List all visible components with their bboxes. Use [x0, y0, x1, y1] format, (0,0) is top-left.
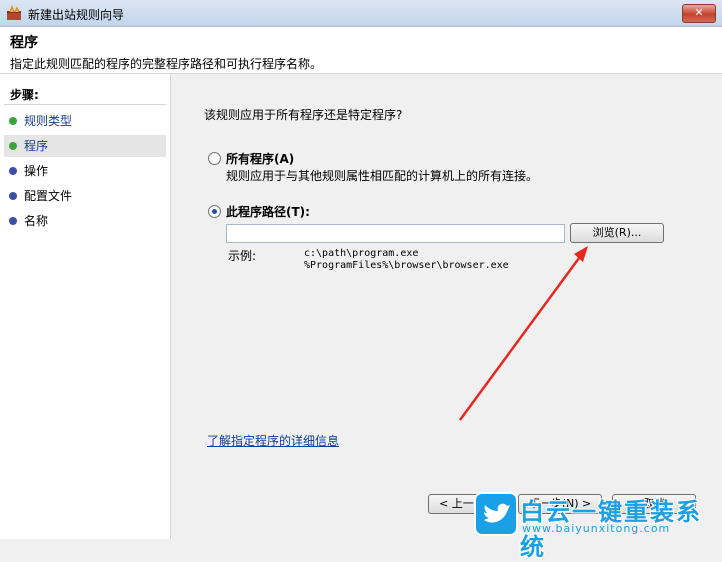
learn-more-link[interactable]: 了解指定程序的详细信息: [207, 432, 339, 449]
sidebar-item-label: 程序: [24, 139, 49, 153]
page-description: 指定此规则匹配的程序的完整程序路径和可执行程序名称。: [10, 57, 323, 71]
sidebar-item-label: 名称: [24, 214, 49, 228]
watermark-url: www.baiyunxitong.com: [522, 522, 671, 535]
example-line-1: c:\path\program.exe: [304, 248, 419, 259]
firewall-icon: [7, 5, 21, 20]
all-programs-radio[interactable]: [208, 152, 221, 165]
sidebar-item-label: 规则类型: [24, 114, 73, 128]
program-path-input[interactable]: [226, 224, 565, 243]
steps-label: 步骤:: [10, 88, 39, 102]
sidebar-item-profile[interactable]: 配置文件: [4, 185, 166, 207]
program-path-radio[interactable]: [208, 205, 221, 218]
sidebar-item-action[interactable]: 操作: [4, 160, 166, 182]
step-pending-icon: [9, 217, 17, 225]
close-button[interactable]: ✕: [682, 4, 716, 23]
scope-question: 该规则应用于所有程序还是特定程序?: [204, 108, 403, 122]
steps-divider: [4, 104, 166, 105]
sidebar-item-label: 配置文件: [24, 189, 73, 203]
example-label: 示例:: [228, 249, 257, 263]
example-line-2: %ProgramFiles%\browser\browser.exe: [304, 260, 509, 271]
step-pending-icon: [9, 192, 17, 200]
browse-button[interactable]: 浏览(R)...: [570, 223, 664, 243]
steps-sidebar: 步骤: 规则类型 程序 操作 配置文件 名称: [0, 74, 171, 539]
sidebar-item-program[interactable]: 程序: [4, 135, 166, 157]
sidebar-item-name[interactable]: 名称: [4, 210, 166, 232]
wizard-header: 程序 指定此规则匹配的程序的完整程序路径和可执行程序名称。: [0, 27, 722, 74]
all-programs-label[interactable]: 所有程序(A): [226, 150, 294, 167]
bird-logo-icon: [474, 492, 518, 536]
title-bar: 新建出站规则向导 ✕: [0, 0, 722, 27]
step-pending-icon: [9, 167, 17, 175]
watermark: 白云一键重装系统 www.baiyunxitong.com: [466, 490, 722, 561]
page-title: 程序: [10, 35, 38, 51]
step-done-icon: [9, 117, 17, 125]
sidebar-item-label: 操作: [24, 164, 49, 178]
window-title: 新建出站规则向导: [28, 8, 125, 22]
program-path-label[interactable]: 此程序路径(T):: [226, 203, 310, 220]
sidebar-item-rule-type[interactable]: 规则类型: [4, 110, 166, 132]
step-current-icon: [9, 142, 17, 150]
all-programs-description: 规则应用于与其他规则属性相匹配的计算机上的所有连接。: [226, 169, 539, 183]
